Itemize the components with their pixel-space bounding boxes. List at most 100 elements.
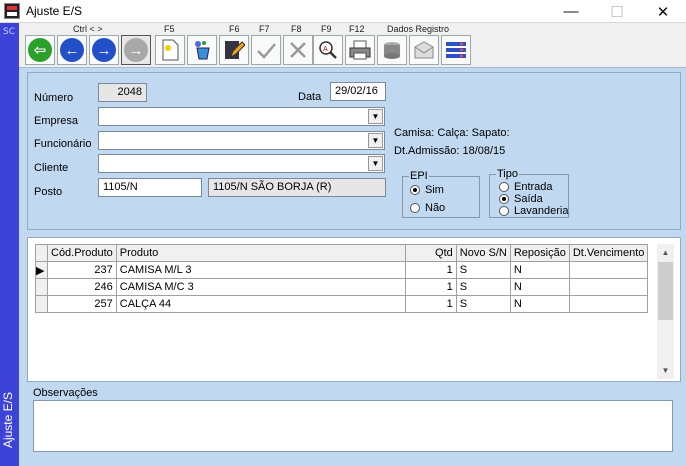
items-grid-panel: Cód.Produto Produto Qtd Novo S/N Reposiç… — [27, 237, 681, 382]
previous-record-button[interactable]: ← — [57, 35, 87, 65]
cell-codigo[interactable]: 246 — [47, 278, 117, 296]
radio-icon — [499, 182, 509, 192]
observacoes-panel: Observações — [27, 386, 681, 456]
edit-button[interactable] — [219, 35, 249, 65]
chevron-down-icon[interactable]: ▼ — [368, 156, 383, 171]
scroll-up-icon[interactable]: ▲ — [657, 244, 674, 261]
cell-produto[interactable]: CALÇA 44 — [115, 295, 406, 313]
cell-reposicao[interactable]: N — [509, 278, 570, 296]
cell-vencimento[interactable] — [568, 261, 649, 279]
col-header-vencimento[interactable]: Dt.Vencimento — [568, 244, 649, 262]
radio-selected-icon — [410, 185, 420, 195]
tipo-entrada-label: Entrada — [514, 181, 553, 193]
scroll-down-icon[interactable]: ▼ — [657, 362, 674, 379]
posto-description-field: 1105/N SÃO BORJA (R) — [208, 178, 386, 197]
cliente-label: Cliente — [34, 162, 69, 174]
radio-icon — [499, 206, 509, 216]
minimize-button[interactable]: — — [548, 0, 594, 23]
svg-text:A: A — [323, 45, 328, 53]
data-field[interactable]: 29/02/16 — [330, 82, 386, 101]
cell-produto[interactable]: CAMISA M/C 3 — [115, 278, 406, 296]
tipo-entrada-radio[interactable]: Entrada — [499, 181, 553, 193]
epi-nao-radio[interactable]: Não — [410, 202, 445, 214]
toolbar: Ctrl < > F5 F6 F7 F8 F9 F12 Dados Regist… — [19, 23, 686, 68]
key-label-f8: F8 — [291, 24, 302, 34]
go-button[interactable]: → — [121, 35, 151, 65]
cell-vencimento[interactable] — [568, 278, 649, 296]
chevron-down-icon[interactable]: ▼ — [368, 109, 383, 124]
cell-reposicao[interactable]: N — [509, 261, 570, 279]
col-header-reposicao[interactable]: Reposição — [509, 244, 570, 262]
col-header-qtd[interactable]: Qtd — [404, 244, 457, 262]
envelope-icon — [414, 41, 434, 59]
epi-group: EPI Sim Não — [402, 170, 480, 218]
next-record-button[interactable]: → — [89, 35, 119, 65]
epi-caption: EPI — [409, 170, 429, 182]
pencil-icon — [225, 41, 245, 59]
key-label-dados: Dados Registro — [387, 24, 450, 34]
cell-qtd[interactable]: 1 — [404, 295, 457, 313]
magnifier-icon: A — [319, 41, 337, 59]
col-header-novo[interactable]: Novo S/N — [455, 244, 511, 262]
table-row[interactable]: 257 CALÇA 44 1 S N — [35, 295, 649, 313]
epi-sim-radio[interactable]: Sim — [410, 184, 444, 196]
cell-novo[interactable]: S — [455, 295, 511, 313]
numero-field[interactable]: 2048 — [98, 83, 147, 102]
numero-label: Número — [34, 92, 74, 104]
cell-novo[interactable]: S — [455, 278, 511, 296]
tipo-caption: Tipo — [496, 168, 519, 180]
observacoes-textarea[interactable] — [33, 400, 673, 452]
tipo-saida-radio[interactable]: Saída — [499, 193, 543, 205]
arrow-right-icon: → — [92, 38, 116, 62]
bucket-icon — [195, 41, 210, 60]
email-button[interactable] — [409, 35, 439, 65]
form-panel: Número 2048 Data 29/02/16 Empresa ▼ Func… — [27, 72, 681, 230]
grid-scrollbar[interactable]: ▲ ▼ — [657, 244, 674, 379]
cell-novo[interactable]: S — [455, 261, 511, 279]
title-bar: Ajuste E/S — ☐ ✕ — [0, 0, 686, 23]
checkmark-icon — [257, 43, 276, 59]
list-button[interactable] — [441, 35, 471, 65]
table-header-row: Cód.Produto Produto Qtd Novo S/N Reposiç… — [35, 244, 649, 262]
epi-nao-label: Não — [425, 202, 446, 214]
row-indicator-header — [35, 244, 48, 262]
side-vertical-title: Ajuste E/S — [1, 391, 15, 448]
key-label-f6: F6 — [229, 24, 240, 34]
cancel-button[interactable] — [283, 35, 313, 65]
cell-qtd[interactable]: 1 — [404, 261, 457, 279]
new-document-icon — [162, 39, 179, 61]
exit-button[interactable]: ⇦ — [25, 35, 55, 65]
search-button[interactable]: A — [313, 35, 343, 65]
chevron-down-icon[interactable]: ▼ — [368, 133, 383, 148]
current-row-indicator-icon: ▶ — [35, 261, 48, 279]
maximize-button[interactable]: ☐ — [594, 0, 640, 23]
table-row[interactable]: ▶ 237 CAMISA M/L 3 1 S N — [35, 261, 649, 279]
cell-codigo[interactable]: 257 — [47, 295, 117, 313]
col-header-codigo[interactable]: Cód.Produto — [47, 244, 117, 262]
key-label-f9: F9 — [321, 24, 332, 34]
cell-vencimento[interactable] — [568, 295, 649, 313]
data-label: Data — [298, 91, 322, 103]
posto-code-field[interactable]: 1105/N — [98, 178, 202, 197]
key-label-f7: F7 — [259, 24, 270, 34]
funcionario-select[interactable]: ▼ — [98, 131, 385, 150]
row-indicator — [35, 278, 48, 296]
clean-button[interactable] — [187, 35, 217, 65]
confirm-button[interactable] — [251, 35, 281, 65]
record-data-button[interactable] — [377, 35, 407, 65]
cliente-select[interactable]: ▼ — [98, 154, 385, 173]
new-record-button[interactable] — [155, 35, 185, 65]
close-button[interactable]: ✕ — [640, 0, 686, 23]
table-row[interactable]: 246 CAMISA M/C 3 1 S N — [35, 278, 649, 296]
empresa-select[interactable]: ▼ — [98, 107, 385, 126]
cell-reposicao[interactable]: N — [509, 295, 570, 313]
epi-sim-label: Sim — [425, 184, 444, 196]
tipo-lavanderia-label: Lavanderia — [514, 205, 569, 217]
print-button[interactable] — [345, 35, 375, 65]
cell-produto[interactable]: CAMISA M/L 3 — [115, 261, 406, 279]
tipo-lavanderia-radio[interactable]: Lavanderia — [499, 205, 568, 217]
cell-qtd[interactable]: 1 — [404, 278, 457, 296]
col-header-produto[interactable]: Produto — [115, 244, 406, 262]
scroll-thumb[interactable] — [658, 262, 673, 320]
cell-codigo[interactable]: 237 — [47, 261, 117, 279]
